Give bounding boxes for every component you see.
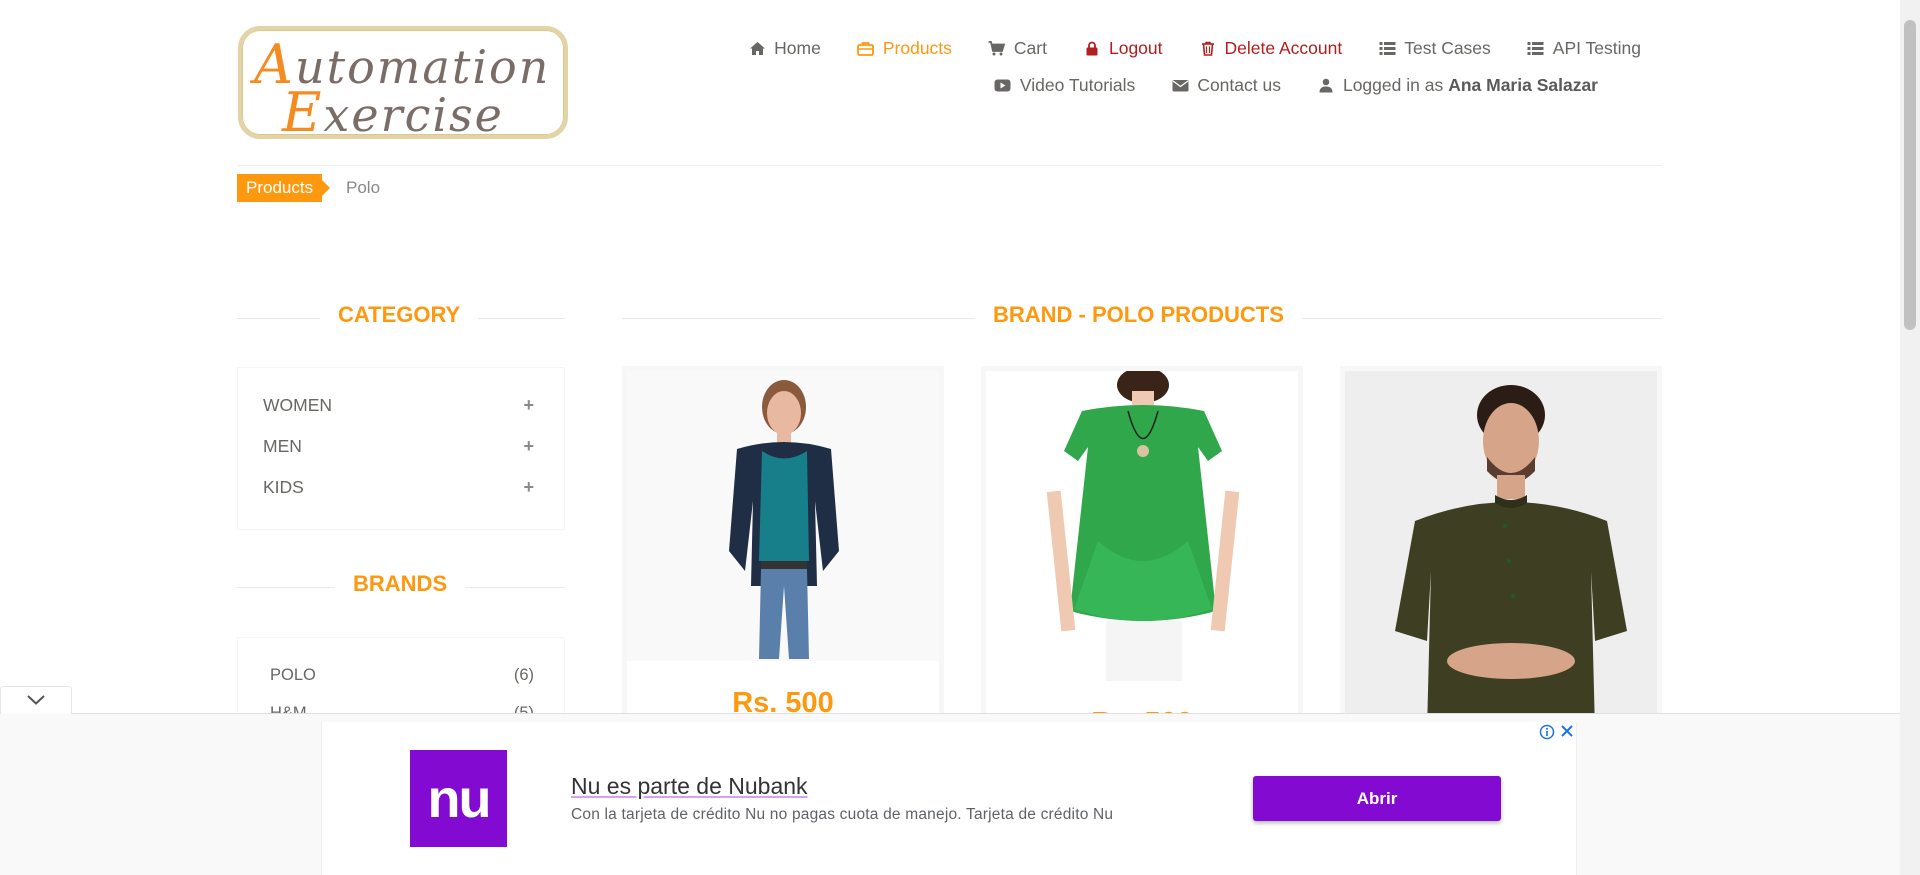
product-image xyxy=(627,371,939,661)
logo-line-2: Exercise xyxy=(282,81,504,144)
category-women[interactable]: WOMEN + xyxy=(263,395,534,416)
user-icon xyxy=(1317,78,1335,94)
nubank-logo[interactable]: nu xyxy=(410,750,507,847)
category-label: KIDS xyxy=(263,477,304,497)
ad-title[interactable]: Nu es parte de Nubank xyxy=(571,773,808,800)
youtube-play-icon xyxy=(994,78,1012,94)
logged-in-username: Ana Maria Salazar xyxy=(1448,75,1598,95)
nav-logged-in: Logged in as Ana Maria Salazar xyxy=(1317,75,1598,96)
category-label: MEN xyxy=(263,436,302,456)
category-panel: WOMEN + MEN + KIDS + xyxy=(237,367,565,530)
nav-api-testing[interactable]: API Testing xyxy=(1527,38,1641,59)
ad-title-text[interactable]: Nu es parte de Nubank xyxy=(571,773,808,799)
product-card[interactable]: Rs. 500 xyxy=(622,366,944,726)
nav-delete-account-label: Delete Account xyxy=(1224,38,1343,58)
nav-api-testing-label: API Testing xyxy=(1552,38,1641,58)
logged-in-prefix: Logged in as xyxy=(1342,75,1444,95)
plus-icon[interactable]: + xyxy=(523,477,534,498)
category-label: WOMEN xyxy=(263,395,333,415)
ad-info-icon[interactable] xyxy=(1539,724,1555,740)
nav-test-cases[interactable]: Test Cases xyxy=(1378,38,1491,59)
home-icon xyxy=(748,41,766,57)
list-icon xyxy=(1378,41,1396,57)
nav-video-tutorials[interactable]: Video Tutorials xyxy=(994,75,1135,96)
ad-collapse-toggle[interactable] xyxy=(0,686,72,714)
brand-count: (6) xyxy=(513,666,534,684)
nav-home-label: Home xyxy=(774,38,821,58)
nav-home[interactable]: Home xyxy=(748,38,821,59)
nav-logout[interactable]: Logout xyxy=(1083,38,1163,59)
nav-video-tutorials-label: Video Tutorials xyxy=(1019,75,1136,95)
nav-products[interactable]: Products xyxy=(857,38,952,59)
cart-icon xyxy=(988,41,1006,57)
ad-divider xyxy=(0,713,1900,714)
breadcrumb-current: Polo xyxy=(346,178,381,197)
nav-delete-account[interactable]: Delete Account xyxy=(1199,38,1343,59)
ad-description: Con la tarjeta de crédito Nu no pagas cu… xyxy=(571,806,1114,823)
plus-icon[interactable]: + xyxy=(523,395,534,416)
site-logo[interactable]: Automation Exercise xyxy=(238,26,568,144)
main-title: BRAND - POLO PRODUCTS xyxy=(975,302,1302,328)
nav-cart-label: Cart xyxy=(1013,38,1047,58)
envelope-icon xyxy=(1171,78,1189,94)
nav-test-cases-label: Test Cases xyxy=(1404,38,1491,58)
ad-open-button[interactable]: Abrir xyxy=(1253,776,1501,821)
list-icon xyxy=(1527,41,1545,57)
nav-products-label: Products xyxy=(882,38,952,58)
ad-close-icon[interactable] xyxy=(1559,723,1575,739)
category-kids[interactable]: KIDS + xyxy=(263,477,534,498)
product-image xyxy=(986,371,1298,681)
product-image xyxy=(1345,371,1657,721)
product-card[interactable] xyxy=(1340,366,1662,726)
category-men[interactable]: MEN + xyxy=(263,436,534,457)
chevron-down-icon xyxy=(27,692,45,710)
trash-icon xyxy=(1199,41,1217,57)
product-card[interactable]: Rs. 500 xyxy=(981,366,1303,726)
plus-icon[interactable]: + xyxy=(523,436,534,457)
category-title: CATEGORY xyxy=(320,302,479,328)
header-divider xyxy=(238,165,1662,166)
brand-polo[interactable]: POLO (6) xyxy=(270,666,534,685)
briefcase-icon xyxy=(857,41,875,57)
lock-icon xyxy=(1083,41,1101,57)
nav-contact-us-label: Contact us xyxy=(1197,75,1281,95)
nav-cart[interactable]: Cart xyxy=(988,38,1047,59)
nav-contact-us[interactable]: Contact us xyxy=(1171,75,1281,96)
brands-title: BRANDS xyxy=(335,571,466,597)
scrollbar-thumb[interactable] xyxy=(1904,20,1916,330)
nav-logout-label: Logout xyxy=(1108,38,1163,58)
breadcrumb-products[interactable]: Products xyxy=(237,174,331,202)
brand-name: POLO xyxy=(270,666,316,684)
